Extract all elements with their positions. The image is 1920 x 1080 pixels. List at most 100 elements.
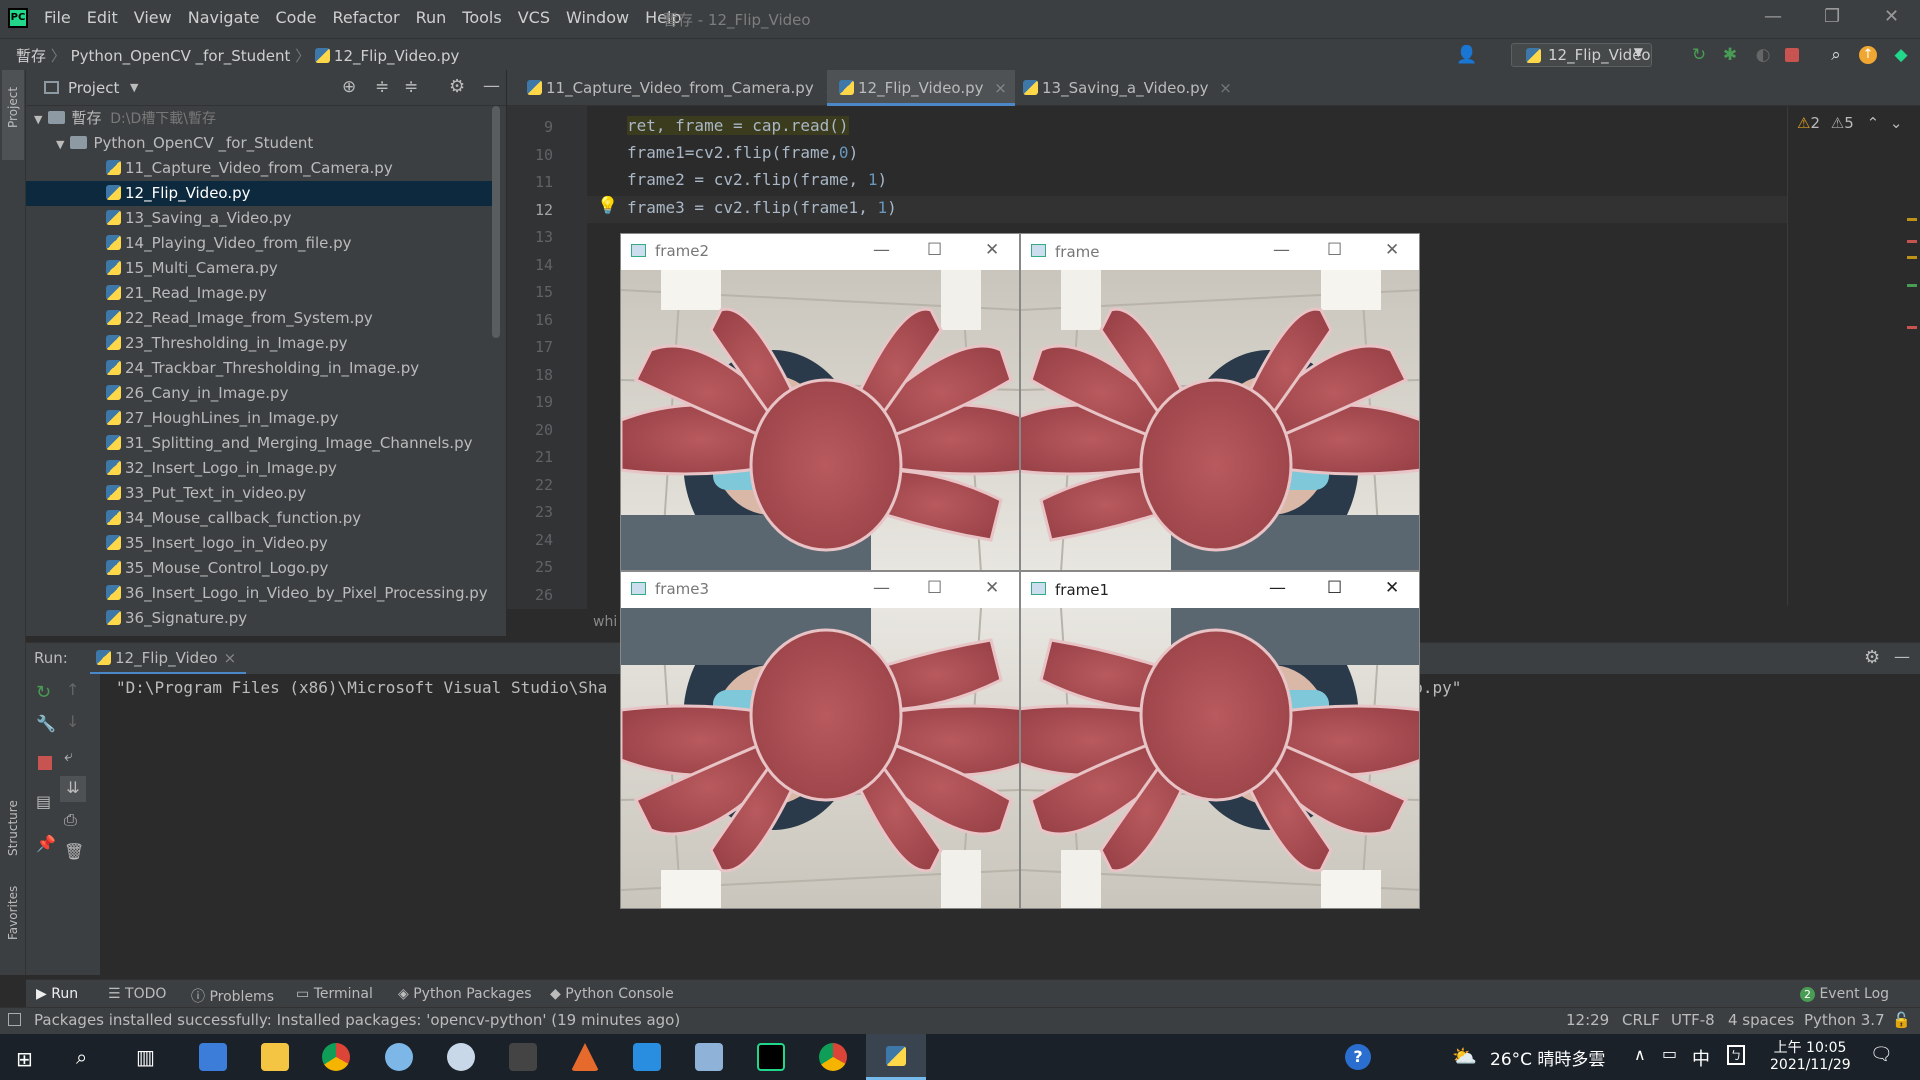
rerun-icon[interactable]: ↻ <box>36 682 51 703</box>
run-tool-tab[interactable]: ▶ Run <box>36 986 78 1002</box>
python-console-tool-tab[interactable]: ◆ Python Console <box>550 986 674 1002</box>
menu-refactor[interactable]: Refactor <box>332 8 399 27</box>
layout-icon[interactable]: ▤ <box>36 792 51 811</box>
locate-icon[interactable]: ⊕ <box>342 77 356 97</box>
close-icon[interactable]: ✕ <box>985 240 999 260</box>
menu-vcs[interactable]: VCS <box>518 8 550 27</box>
hide-icon[interactable]: — <box>1894 647 1910 666</box>
tree-file-item[interactable]: 15_Multi_Camera.py <box>26 256 500 281</box>
network-icon[interactable]: ▭ <box>1662 1044 1677 1063</box>
breadcrumb-folder[interactable]: Python_OpenCV _for_Student <box>71 47 291 65</box>
line-separator[interactable]: CRLF <box>1622 1011 1660 1029</box>
cv-window-titlebar[interactable]: frame — ☐ ✕ <box>1021 234 1419 270</box>
close-icon[interactable]: ✕ <box>1884 6 1899 27</box>
update-icon[interactable]: ↑ <box>1859 46 1877 64</box>
previous-icon[interactable]: ⌃ <box>1867 114 1880 132</box>
lightbulb-icon[interactable]: 💡 <box>597 196 618 216</box>
debug-icon[interactable]: ✱ <box>1720 45 1740 65</box>
cv-window-titlebar[interactable]: frame3 — ☐ ✕ <box>621 572 1019 608</box>
matlab-icon[interactable] <box>571 1043 599 1071</box>
chevron-down-icon[interactable]: ▼ <box>130 81 138 94</box>
chevron-down-icon[interactable]: ▼ <box>56 138 64 151</box>
expand-all-icon[interactable]: ≑ <box>375 77 389 97</box>
up-icon[interactable]: ↑ <box>66 680 79 699</box>
pin-icon[interactable]: 📌 <box>36 834 56 853</box>
gear-icon[interactable]: ⚙ <box>449 76 465 97</box>
tab-capture-video[interactable]: 11_Capture_Video_from_Camera.py × <box>515 70 837 106</box>
rerun-icon[interactable]: ↻ <box>1689 45 1709 65</box>
terminal-tool-tab[interactable]: ▭ Terminal <box>296 986 373 1002</box>
tree-file-item[interactable]: 23_Thresholding_in_Image.py <box>26 331 500 356</box>
breadcrumb-file[interactable]: 12_Flip_Video.py <box>334 47 460 65</box>
coverage-icon[interactable]: ◐ <box>1753 45 1773 65</box>
menu-file[interactable]: File <box>44 8 71 27</box>
minimize-icon[interactable]: — <box>873 240 890 260</box>
minimize-icon[interactable]: — <box>1269 578 1286 598</box>
tree-file-item[interactable]: 34_Mouse_callback_function.py <box>26 506 500 531</box>
tree-root[interactable]: ▼ 暫存 D:\D槽下載\暫存 <box>34 106 216 131</box>
project-view-label[interactable]: Project <box>68 79 119 97</box>
structure-tool-button[interactable]: Structure <box>6 800 20 856</box>
minimize-icon[interactable]: — <box>1273 240 1290 260</box>
minimize-icon[interactable]: — <box>1764 6 1782 27</box>
wrench-icon[interactable]: 🔧 <box>36 714 56 733</box>
vscode-icon[interactable] <box>633 1043 661 1071</box>
clock[interactable]: 上午 10:05 2021/11/29 <box>1770 1037 1851 1073</box>
inspection-widget[interactable]: ⚠2 ⚠5 ⌃ ⌄ <box>1797 114 1903 132</box>
print-icon[interactable]: ⎙ <box>64 810 77 830</box>
close-icon[interactable]: × <box>994 79 1007 97</box>
python-packages-tool-tab[interactable]: ◈ Python Packages <box>398 986 532 1002</box>
lock-icon[interactable]: 🔓 <box>1892 1011 1911 1029</box>
weather-text[interactable]: 26°C 晴時多雲 <box>1490 1045 1605 1070</box>
menu-view[interactable]: View <box>134 8 172 27</box>
menu-navigate[interactable]: Navigate <box>188 8 260 27</box>
tree-file-item[interactable]: 32_Insert_Logo_in_Image.py <box>26 456 500 481</box>
run-config-select[interactable]: 12_Flip_Video ▼ <box>1511 43 1652 67</box>
menu-code[interactable]: Code <box>276 8 317 27</box>
paint-icon[interactable] <box>385 1043 413 1071</box>
problems-tool-tab[interactable]: ⓘ Problems <box>191 986 274 1006</box>
menu-tools[interactable]: Tools <box>462 8 501 27</box>
snipping-tool-icon[interactable] <box>447 1043 475 1071</box>
search-icon[interactable]: ⌕ <box>1826 45 1846 65</box>
event-log-tool-tab[interactable]: 2 Event Log <box>1800 986 1889 1002</box>
tree-file-item[interactable]: 33_Put_Text_in_video.py <box>26 481 500 506</box>
caret-position[interactable]: 12:29 <box>1566 1011 1609 1029</box>
trash-icon[interactable]: 🗑 <box>64 842 84 861</box>
keyboard-icon[interactable]: ㄅ <box>1727 1045 1745 1065</box>
close-icon[interactable]: ✕ <box>1385 240 1399 260</box>
todo-tool-tab[interactable]: ☰ TODO <box>108 986 166 1002</box>
maximize-icon[interactable]: ☐ <box>1327 240 1342 260</box>
cv-window-titlebar[interactable]: frame2 — ☐ ✕ <box>621 234 1019 270</box>
tree-file-item[interactable]: 14_Playing_Video_from_file.py <box>26 231 500 256</box>
menu-edit[interactable]: Edit <box>87 8 118 27</box>
tree-file-item[interactable]: 22_Read_Image_from_System.py <box>26 306 500 331</box>
python-interpreter[interactable]: Python 3.7 <box>1804 1011 1885 1029</box>
jetbrains-icon[interactable]: ◆ <box>1891 45 1911 65</box>
breadcrumb-root[interactable]: 暫存 <box>16 47 46 65</box>
virtualbox-icon[interactable] <box>695 1043 723 1071</box>
file-encoding[interactable]: UTF-8 <box>1671 1011 1715 1029</box>
maximize-icon[interactable]: ☐ <box>927 240 942 260</box>
down-icon[interactable]: ↓ <box>66 712 79 731</box>
tree-folder[interactable]: ▼ Python_OpenCV _for_Student <box>56 131 313 156</box>
scroll-to-end-icon[interactable]: ⇊ <box>60 776 86 802</box>
toggle-tool-windows-icon[interactable] <box>8 1013 21 1026</box>
menu-window[interactable]: Window <box>566 8 629 27</box>
close-icon[interactable]: × <box>224 649 237 667</box>
maximize-icon[interactable]: ☐ <box>1327 578 1342 598</box>
media-icon[interactable] <box>509 1043 537 1071</box>
chrome-icon[interactable] <box>819 1043 847 1071</box>
windows-start-icon[interactable]: ⊞ <box>16 1047 33 1071</box>
indent-setting[interactable]: 4 spaces <box>1728 1011 1794 1029</box>
weather-icon[interactable]: ⛅ <box>1452 1044 1477 1068</box>
tree-file-item[interactable]: 26_Cany_in_Image.py <box>26 381 500 406</box>
cv-window-frame2[interactable]: frame2 — ☐ ✕ <box>620 233 1020 571</box>
tree-file-item[interactable]: 31_Splitting_and_Merging_Image_Channels.… <box>26 431 500 456</box>
cv-window-titlebar[interactable]: frame1 — ☐ ✕ <box>1021 572 1419 608</box>
search-icon[interactable]: ⌕ <box>76 1045 87 1069</box>
tree-file-item[interactable]: 13_Saving_a_Video.py <box>26 206 500 231</box>
restore-icon[interactable]: ❐ <box>1824 6 1840 27</box>
tree-file-item[interactable]: 27_HoughLines_in_Image.py <box>26 406 500 431</box>
run-tab[interactable]: 12_Flip_Video × <box>90 643 247 675</box>
